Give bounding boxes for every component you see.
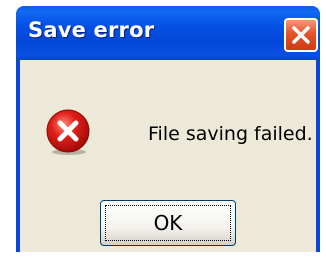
- ok-button-label: OK: [153, 211, 183, 235]
- error-icon: [46, 109, 90, 155]
- save-error-dialog: Save error File saving failed. OK: [16, 6, 320, 252]
- close-icon: [292, 26, 310, 44]
- close-button[interactable]: [284, 18, 318, 52]
- ok-button[interactable]: OK: [100, 200, 236, 246]
- error-message: File saving failed.: [148, 123, 313, 145]
- dialog-titlebar[interactable]: Save error: [16, 6, 320, 60]
- dialog-body: File saving failed. OK: [20, 60, 316, 252]
- dialog-title: Save error: [28, 18, 155, 42]
